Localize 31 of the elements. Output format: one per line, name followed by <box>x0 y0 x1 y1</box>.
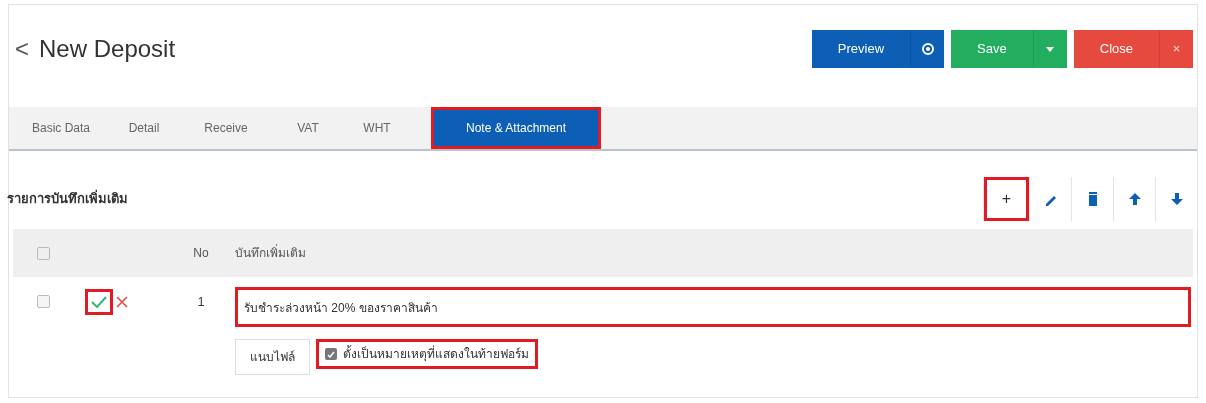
select-all-checkbox[interactable] <box>36 246 50 260</box>
cross-icon <box>116 296 128 308</box>
caret-icon <box>1046 46 1055 52</box>
add-button[interactable]: + <box>983 177 1029 221</box>
row-checkbox[interactable] <box>36 295 50 308</box>
tab[interactable]: Receive <box>181 107 271 149</box>
arrow-up-icon <box>1127 192 1142 206</box>
close-icon: × <box>1172 39 1181 59</box>
close-button[interactable]: Close × <box>1073 30 1193 68</box>
checkbox[interactable] <box>325 348 337 360</box>
check-icon <box>91 296 107 308</box>
column-header: No <box>192 245 210 262</box>
arrow-down-icon <box>1169 192 1184 206</box>
row-number: 1 <box>196 294 206 311</box>
confirm-button[interactable] <box>85 289 113 315</box>
back-link[interactable]: < <box>15 31 29 67</box>
check-icon <box>327 350 335 358</box>
tab[interactable]: Note & Attachment <box>431 107 601 149</box>
tab[interactable]: VAT <box>271 107 345 149</box>
note-input[interactable]: รับชำระล่วงหน้า 20% ของราคาสินค้า <box>235 287 1191 327</box>
tab[interactable]: Detail <box>107 107 181 149</box>
attach-file-button[interactable]: แนบไฟล์ <box>235 339 310 375</box>
tab[interactable]: Basic Data <box>15 107 107 149</box>
preview-button[interactable]: Preview <box>811 30 945 68</box>
column-header: บันทึกเพิ่มเติม <box>235 244 306 262</box>
cancel-button[interactable] <box>115 295 129 309</box>
section-title: รายการบันทึกเพิ่มเติม <box>6 189 128 209</box>
eye-icon <box>921 43 934 55</box>
tab[interactable]: WHT <box>345 107 409 149</box>
page-title: New Deposit <box>39 34 176 64</box>
footer-note-option[interactable]: ตั้งเป็นหมายเหตุที่แสดงในท้ายฟอร์ม <box>316 339 538 369</box>
